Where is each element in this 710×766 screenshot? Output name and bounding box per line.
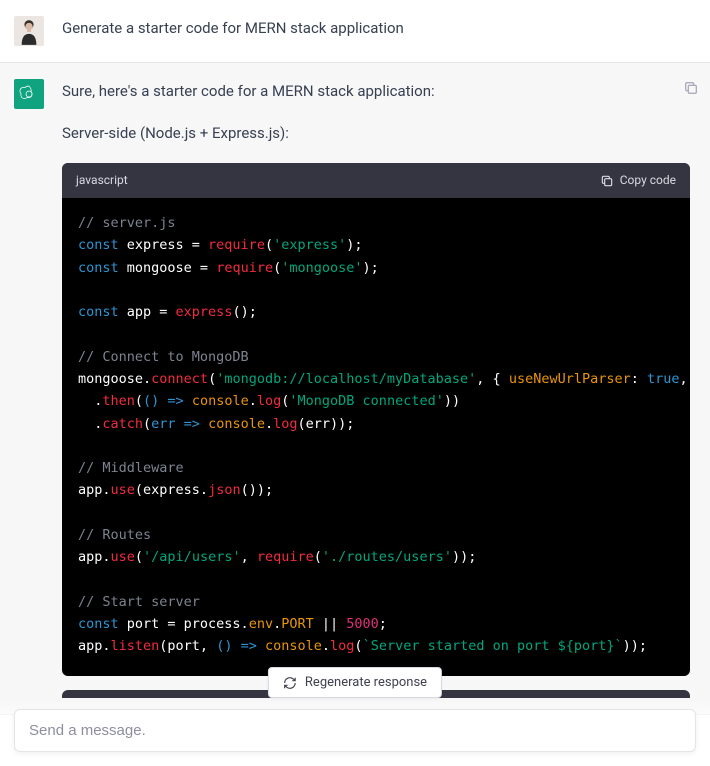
- code-content: // server.js const express = require('ex…: [62, 198, 690, 675]
- composer-area: [0, 699, 710, 766]
- regenerate-response-button[interactable]: Regenerate response: [268, 667, 442, 698]
- copy-code-button[interactable]: Copy code: [600, 171, 676, 190]
- message-input[interactable]: [29, 722, 681, 739]
- code-language-label: javascript: [76, 171, 128, 190]
- assistant-message-actions: [680, 77, 702, 99]
- user-avatar: [14, 16, 44, 46]
- chat-scroll-area: Generate a starter code for MERN stack a…: [0, 0, 710, 766]
- assistant-message-row: Sure, here's a starter code for a MERN s…: [0, 63, 710, 715]
- regenerate-label: Regenerate response: [305, 675, 427, 690]
- code-block: javascript Copy code // server.js const …: [62, 163, 690, 676]
- refresh-icon: [283, 676, 297, 690]
- user-message-row: Generate a starter code for MERN stack a…: [0, 0, 710, 63]
- copy-message-button[interactable]: [680, 77, 702, 99]
- user-message-text: Generate a starter code for MERN stack a…: [62, 16, 690, 46]
- copy-code-label: Copy code: [620, 171, 676, 190]
- code-block-header: javascript Copy code: [62, 163, 690, 198]
- assistant-intro: Sure, here's a starter code for a MERN s…: [62, 79, 690, 103]
- assistant-avatar: [14, 79, 44, 109]
- assistant-section-label: Server-side (Node.js + Express.js):: [62, 121, 690, 145]
- composer-box[interactable]: [14, 709, 696, 752]
